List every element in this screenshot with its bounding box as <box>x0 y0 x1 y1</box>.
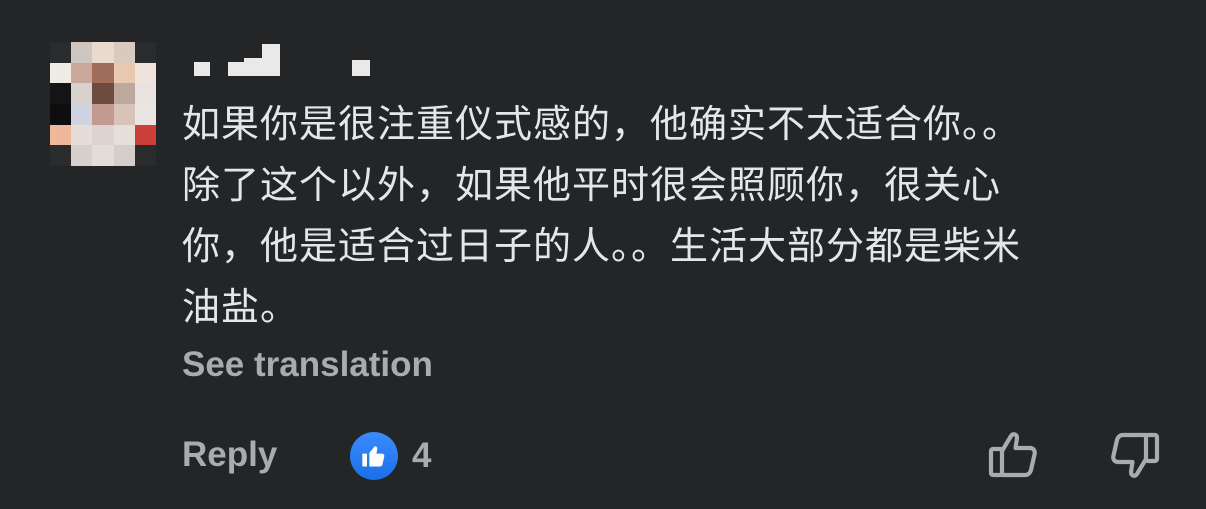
redaction-block <box>352 60 370 76</box>
see-translation-link[interactable]: See translation <box>182 345 433 385</box>
comment-body: 如果你是很注重仪式感的，他确实不太适合你。。 除了这个以外，如果他平时很会照顾你… <box>182 94 1172 338</box>
avatar-pixel <box>134 124 156 146</box>
redaction-block <box>194 62 210 76</box>
avatar-pixel <box>134 42 156 63</box>
avatar-pixel <box>50 62 72 84</box>
avatar-pixel <box>50 124 72 146</box>
redaction-block <box>244 58 262 76</box>
comment-line: 油盐。 <box>182 285 300 329</box>
avatar-pixel <box>50 103 72 125</box>
avatar-pixel <box>92 83 114 104</box>
avatar-pixel <box>71 62 93 84</box>
thumbs-up-outline-icon <box>988 432 1037 478</box>
avatar[interactable] <box>50 42 156 166</box>
reaction-count: 4 <box>412 436 432 475</box>
avatar-pixel <box>71 42 93 63</box>
thumbs-down-outline-icon <box>1111 432 1160 478</box>
comment-line: 如果你是很注重仪式感的，他确实不太适合你。。 <box>182 102 1022 146</box>
comment-line: 你，他是适合过日子的人。。生活大部分都是柴米 <box>182 224 1022 268</box>
avatar-pixel <box>71 83 93 104</box>
avatar-pixel <box>71 103 93 125</box>
avatar-pixel <box>92 124 114 146</box>
avatar-pixel <box>113 42 135 63</box>
avatar-pixel <box>92 62 114 84</box>
avatar-pixel <box>50 145 72 166</box>
avatar-pixel <box>50 42 72 63</box>
comment-line: 除了这个以外，如果他平时很会照顾你，很关心 <box>182 163 1002 207</box>
avatar-pixel <box>113 145 135 166</box>
avatar-pixel <box>134 103 156 125</box>
avatar-pixel <box>92 145 114 166</box>
avatar-pixel <box>92 103 114 125</box>
avatar-pixel <box>113 103 135 125</box>
reaction-summary[interactable]: 4 <box>350 432 431 480</box>
avatar-pixel <box>134 145 156 166</box>
downvote-button[interactable] <box>1108 428 1162 482</box>
upvote-button[interactable] <box>986 428 1040 482</box>
avatar-pixel <box>134 83 156 104</box>
redaction-block <box>262 44 280 76</box>
like-icon <box>350 432 398 480</box>
avatar-pixel <box>113 62 135 84</box>
reply-button[interactable]: Reply <box>182 435 277 475</box>
avatar-pixel <box>71 145 93 166</box>
avatar-pixel <box>113 83 135 104</box>
avatar-pixel <box>113 124 135 146</box>
avatar-pixel <box>71 124 93 146</box>
avatar-pixel <box>134 62 156 84</box>
avatar-pixel <box>50 83 72 104</box>
redaction-block <box>228 62 244 76</box>
avatar-pixel <box>92 42 114 63</box>
